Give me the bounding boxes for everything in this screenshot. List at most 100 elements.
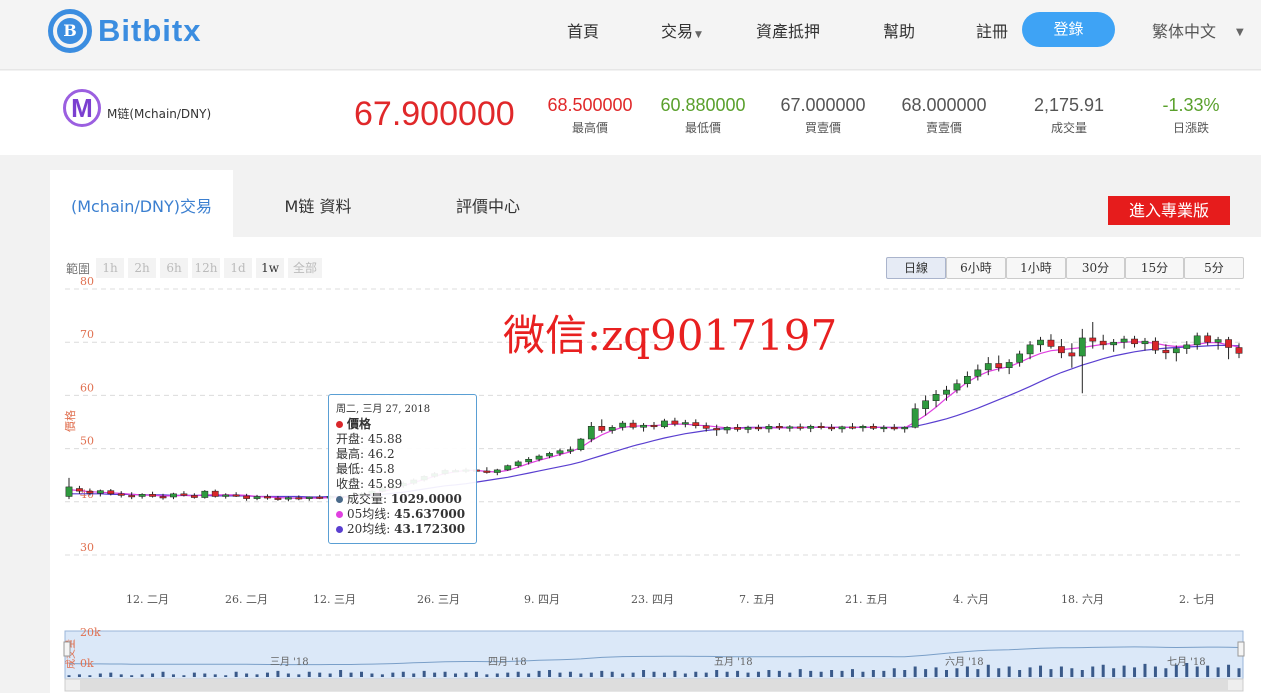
x-tick-label: 23. 四月 [631,593,674,606]
volume-bar [694,671,698,677]
ticker-stat: 2,175.91 成交量 [1014,95,1124,136]
volume-bar [454,673,458,677]
nav-trade-dropdown[interactable]: 交易 ▼ [661,18,702,42]
candle-body [1225,339,1232,348]
brand-logo[interactable]: B Bitbitx [48,9,201,53]
volume-bar [328,673,332,677]
volume-bar [945,670,948,677]
nav-home[interactable]: 首頁 [567,18,599,42]
navigator-x-tick: 五月 '18 [714,656,753,668]
volume-bar [1080,670,1084,677]
navigator-tick-0k: 0k [80,657,94,670]
candle-body [295,497,303,500]
nav-asset-pledge[interactable]: 資產抵押 [756,18,820,42]
candle-body [514,461,522,466]
ticker-stat: -1.33% 日漲跌 [1136,95,1246,136]
candle-body [608,427,616,431]
volume-bar [924,669,928,677]
candle-body [201,490,209,498]
bitcoin-logo-icon: B [48,9,92,53]
tab-rating-center[interactable]: 評價中心 [403,170,573,237]
candle-body [744,427,752,430]
candle-body [493,469,501,473]
volume-bar [882,670,886,677]
candle-body [890,427,898,430]
candle-body [765,426,773,430]
trading-pair: M链(Mchain/DNY) [107,107,212,121]
volume-bar [840,670,844,677]
volume-bar [746,672,750,677]
watermark-text: 微信:zq9017197 [503,311,838,360]
stat-value: 67.000000 [780,95,866,115]
candle-body [911,408,919,428]
candle-body [796,426,804,429]
x-tick-label: 7. 五月 [739,593,775,606]
x-tick-label: 26. 二月 [225,593,268,606]
candle-body [577,438,585,450]
volume-bar [203,673,207,677]
candle-body [284,497,292,500]
top-navbar: B Bitbitx 首頁 交易 ▼ 資產抵押 幫助 註冊 登錄 繁体中文 ▼ [0,0,1261,70]
volume-bar [662,672,666,677]
volume-bar [715,670,719,677]
navigator-handle-left [63,641,71,657]
volume-bar [1028,667,1032,677]
volume-bar [245,673,249,677]
nav-trade-label: 交易 [661,22,694,41]
volume-bar [850,669,854,677]
volume-bar [443,671,447,677]
tab-trade[interactable]: (Mchain/DNY)交易 [50,170,233,237]
volume-bar [788,672,792,677]
candle-body [734,427,741,430]
volume-bar [1091,666,1095,677]
tab-info[interactable]: M链 資料 [233,170,403,237]
candle-body [1068,352,1076,357]
language-select[interactable]: 繁体中文 ▼ [1152,18,1244,42]
candle-body [922,400,929,409]
candle-body [1120,338,1128,343]
tooltip-low: 45.8 [367,462,395,476]
y-tick-label: 70 [80,328,94,341]
nav-register[interactable]: 註冊 [976,18,1008,42]
volume-dot-icon [336,496,343,503]
tooltip-volume-label: 成交量: [347,492,388,506]
candle-body [1152,340,1159,351]
candle-body [1214,339,1222,343]
volume-bar [892,668,896,677]
stat-label: 最高價 [571,121,608,135]
x-tick-label: 12. 二月 [126,593,169,606]
login-button[interactable]: 登錄 [1022,12,1115,47]
tooltip-low-label: 最低: [336,462,365,476]
pro-version-button[interactable]: 進入專業版 [1108,196,1230,225]
x-tick-label: 26. 三月 [417,593,460,606]
candle-body [755,427,762,430]
volume-bar [1122,665,1126,677]
volume-bar [1153,666,1157,677]
candle-body [723,427,731,431]
candle-body [671,420,679,425]
tooltip-high: 46.2 [367,447,395,461]
volume-bar [997,668,1001,677]
x-tick-label: 9. 四月 [524,593,560,606]
x-tick-label: 18. 六月 [1061,593,1104,606]
volume-bar [1112,668,1116,677]
chevron-down-icon: ▼ [695,30,702,40]
volume-bar [412,673,416,677]
nav-help[interactable]: 幫助 [883,18,915,42]
candle-body [692,422,700,426]
ticker-stat: 68.500000 最高價 [535,95,645,136]
candle-body [901,427,909,430]
stat-label: 最低價 [684,121,721,135]
ticker-stat: 68.000000 賣壹價 [889,95,999,136]
candle-body [1131,338,1138,345]
volume-bar [192,672,196,677]
stat-label: 買壹價 [804,121,841,135]
candle-body [661,420,668,428]
stat-label: 賣壹價 [925,121,962,135]
volume-bar [1059,666,1063,677]
tooltip-ma20-label: 20均线: [347,522,391,536]
ticker-stat: 60.880000 最低價 [648,95,758,136]
volume-bar [161,671,165,677]
candle-body [1183,344,1191,349]
volume-bar [756,671,760,677]
